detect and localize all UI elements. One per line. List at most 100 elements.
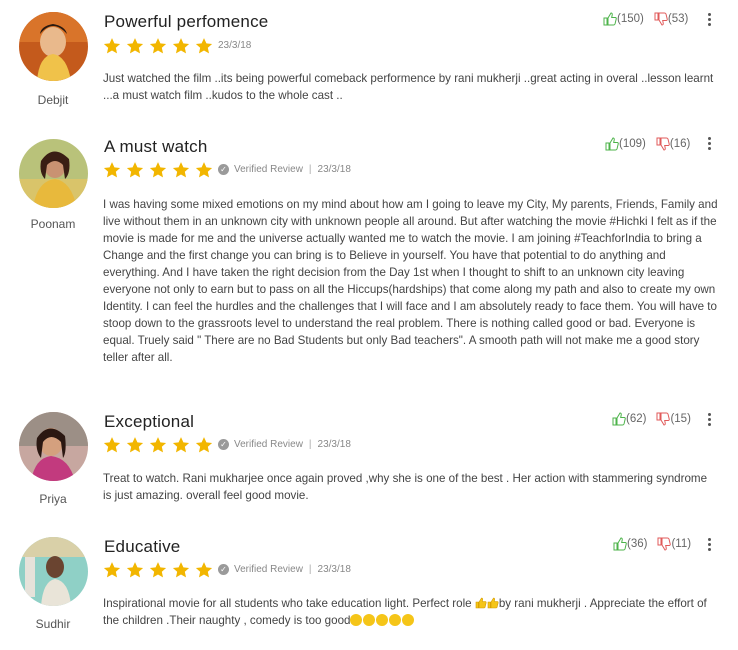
upvote-count: (109) [619, 138, 646, 150]
downvote-count: (16) [669, 138, 691, 150]
upvote-button[interactable]: (36) [613, 537, 647, 551]
upvote-button[interactable]: (62) [612, 412, 646, 426]
downvote-count: (53) [667, 13, 689, 25]
star-icon [195, 162, 213, 178]
review-meta: ✓ Verified Review | 23/3/18 [218, 164, 351, 175]
review-meta: 23/3/18 [218, 40, 251, 51]
vote-group: (36) (11) [613, 537, 691, 551]
verified-check-icon: ✓ [218, 439, 229, 450]
star-icon [172, 562, 190, 578]
review-text: Just watched the film ..its being powerf… [103, 72, 714, 102]
downvote-button[interactable]: (16) [656, 137, 690, 151]
star-icon [103, 562, 121, 578]
review-date: 23/3/18 [218, 40, 252, 51]
downvote-count: (15) [670, 413, 691, 425]
avatar[interactable] [19, 12, 88, 81]
review-item: Poonam A must watch ✓ Verified Review | … [0, 120, 738, 400]
laughing-emoji-icon [402, 614, 415, 626]
review-title: Educative [104, 537, 181, 556]
review-text-part: Inspirational movie for all students who… [103, 597, 475, 610]
thumbs-up-icon [603, 12, 617, 26]
review-meta: ✓ Verified Review | 23/3/18 [218, 439, 351, 450]
downvote-count: (11) [671, 538, 692, 550]
thumbs-up-icon [612, 412, 626, 426]
star-icon [172, 38, 190, 54]
review-text: I was having some mixed emotions on my m… [103, 198, 718, 364]
verified-check-icon: ✓ [218, 564, 229, 575]
more-options-icon[interactable] [706, 13, 712, 26]
review-meta: ✓ Verified Review | 23/3/18 [218, 564, 351, 575]
star-icon [103, 38, 121, 54]
laughing-emoji-icon [389, 614, 402, 626]
upvote-count: (62) [626, 413, 647, 425]
star-icon [103, 162, 121, 178]
review-date: 23/3/18 [317, 439, 351, 450]
star-rating [103, 161, 213, 179]
star-icon [172, 162, 190, 178]
review-text: Treat to watch. Rani mukharjee once agai… [103, 472, 708, 502]
thumbs-down-icon [656, 137, 670, 151]
user-name: Debjit [37, 93, 69, 107]
verified-label: Verified Review [234, 164, 303, 175]
laughing-emoji-icon [350, 614, 363, 626]
downvote-button[interactable]: (11) [657, 537, 691, 551]
vote-group: (109) (16) [605, 137, 690, 151]
avatar[interactable] [19, 139, 88, 208]
thumbs-up-icon [605, 137, 619, 151]
verified-label: Verified Review [234, 439, 303, 450]
avatar[interactable] [19, 537, 88, 606]
star-icon [195, 437, 213, 453]
star-icon [126, 38, 144, 54]
user-name: Priya [39, 492, 67, 506]
more-options-icon[interactable] [706, 538, 712, 551]
thumbs-down-icon [656, 412, 671, 426]
star-icon [149, 38, 167, 54]
thumbs-down-icon [654, 12, 668, 26]
separator: | [308, 439, 312, 450]
more-options-icon[interactable] [706, 137, 712, 150]
laughing-emoji-icon [376, 614, 389, 626]
downvote-button[interactable]: (15) [656, 412, 691, 426]
star-rating [103, 561, 213, 579]
star-rating [103, 37, 213, 55]
upvote-button[interactable]: (109) [605, 137, 646, 151]
upvote-button[interactable]: (150) [603, 12, 644, 26]
vote-group: (62) (15) [612, 412, 691, 426]
review-title: Exceptional [104, 412, 195, 431]
star-icon [149, 437, 167, 453]
star-icon [103, 437, 121, 453]
separator: | [308, 564, 312, 575]
star-icon [149, 562, 167, 578]
star-icon [126, 562, 144, 578]
review-item: Sudhir Educative ✓ Verified Review | 23/… [0, 525, 738, 650]
more-options-icon[interactable] [706, 413, 712, 426]
vote-group: (150) (53) [603, 12, 688, 26]
verified-check-icon: ✓ [218, 164, 229, 175]
star-icon [195, 38, 213, 54]
review-date: 23/3/18 [317, 164, 351, 175]
review-item: Priya Exceptional ✓ Verified Review | 23… [0, 400, 738, 525]
verified-label: Verified Review [234, 564, 303, 575]
upvote-count: (36) [627, 538, 648, 550]
downvote-button[interactable]: (53) [654, 12, 688, 26]
star-icon [126, 437, 144, 453]
star-icon [195, 562, 213, 578]
laughing-emoji-icon [363, 614, 376, 626]
review-item: Debjit Powerful perfomence 23/3/18 (150)… [0, 0, 738, 120]
user-name: Sudhir [35, 617, 71, 631]
star-icon [172, 437, 190, 453]
star-rating [103, 436, 213, 454]
user-name: Poonam [30, 217, 76, 231]
thumbs-up-icon [613, 537, 627, 551]
review-text: Inspirational movie for all students who… [103, 595, 718, 629]
star-icon [126, 162, 144, 178]
thumbs-up-emoji-icon [475, 597, 487, 609]
review-title: A must watch [104, 137, 208, 156]
avatar[interactable] [19, 412, 88, 481]
star-icon [149, 162, 167, 178]
separator: | [308, 164, 312, 175]
thumbs-up-emoji-icon [487, 597, 499, 609]
upvote-count: (150) [617, 13, 644, 25]
thumbs-down-icon [657, 537, 672, 551]
review-date: 23/3/18 [317, 564, 351, 575]
